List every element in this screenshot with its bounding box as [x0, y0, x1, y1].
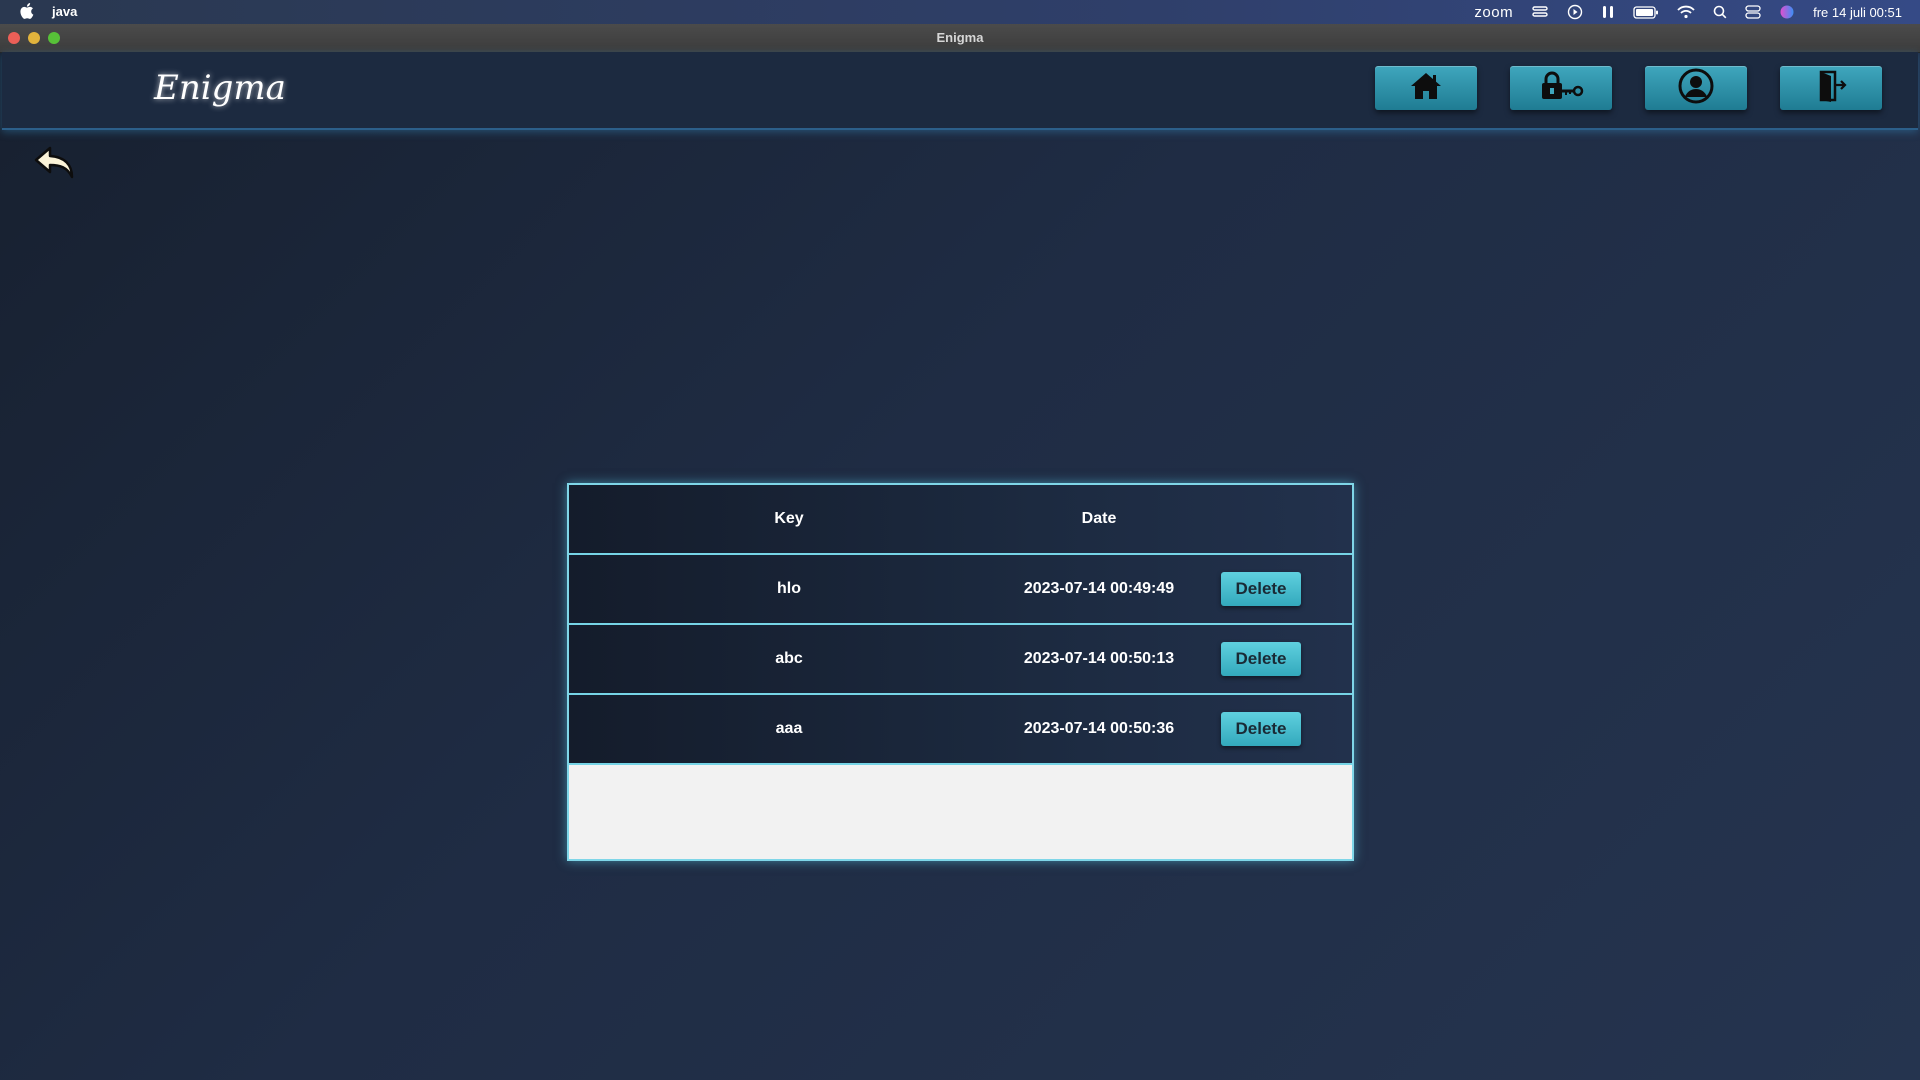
control-center-icon[interactable]	[1745, 0, 1761, 24]
table-row: hlo 2023-07-14 00:49:49 Delete	[569, 555, 1352, 625]
menu-bar: java zoom fre 14 juli 00:51	[0, 0, 1920, 24]
zoom-status-item[interactable]: zoom	[1474, 0, 1513, 24]
delete-button[interactable]: Delete	[1221, 642, 1301, 676]
back-button[interactable]	[32, 144, 78, 184]
profile-button[interactable]	[1645, 66, 1747, 110]
user-icon	[1678, 68, 1714, 109]
table-row: abc 2023-07-14 00:50:13 Delete	[569, 625, 1352, 695]
row-key: hlo	[777, 580, 801, 597]
table-row: aaa 2023-07-14 00:50:36 Delete	[569, 695, 1352, 765]
active-app-name[interactable]: java	[52, 4, 77, 19]
row-key: abc	[775, 650, 803, 667]
battery-icon[interactable]	[1633, 0, 1659, 24]
lock-key-icon	[1538, 70, 1584, 107]
delete-button[interactable]: Delete	[1221, 572, 1301, 606]
home-icon	[1409, 71, 1443, 106]
siri-icon[interactable]	[1779, 0, 1795, 24]
row-date: 2023-07-14 00:49:49	[1023, 580, 1175, 597]
wifi-icon[interactable]	[1677, 0, 1695, 24]
app-logo: Enigma	[154, 68, 286, 108]
row-date: 2023-07-14 00:50:13	[1023, 650, 1175, 667]
apple-menu-icon[interactable]	[20, 3, 34, 24]
column-header-date: Date	[1081, 510, 1117, 527]
row-key: aaa	[775, 720, 803, 737]
play-circle-icon[interactable]	[1567, 0, 1583, 24]
window-title: Enigma	[936, 30, 984, 45]
menubar-clock[interactable]: fre 14 juli 00:51	[1813, 0, 1902, 24]
spotlight-search-icon[interactable]	[1713, 0, 1727, 24]
row-date: 2023-07-14 00:50:36	[1023, 720, 1175, 737]
back-arrow-icon	[32, 146, 78, 188]
status-area: zoom fre 14 juli 00:51	[1456, 0, 1902, 24]
delete-button[interactable]: Delete	[1221, 712, 1301, 746]
app-header: Enigma	[2, 52, 1918, 130]
keys-button[interactable]	[1510, 66, 1612, 110]
airpods-icon[interactable]	[1601, 0, 1615, 24]
window-titlebar: Enigma	[0, 24, 1920, 53]
home-button[interactable]	[1375, 66, 1477, 110]
app-window: Enigma Enigma Key Date hlo 2023-07-14 00…	[0, 24, 1920, 1080]
column-header-key: Key	[774, 510, 804, 527]
logout-button[interactable]	[1780, 66, 1882, 110]
keys-table: Key Date hlo 2023-07-14 00:49:49 Delete …	[567, 483, 1354, 861]
cloud-sync-icon[interactable]	[1531, 0, 1549, 24]
table-header-row: Key Date	[569, 485, 1352, 555]
logout-door-icon	[1815, 69, 1847, 108]
